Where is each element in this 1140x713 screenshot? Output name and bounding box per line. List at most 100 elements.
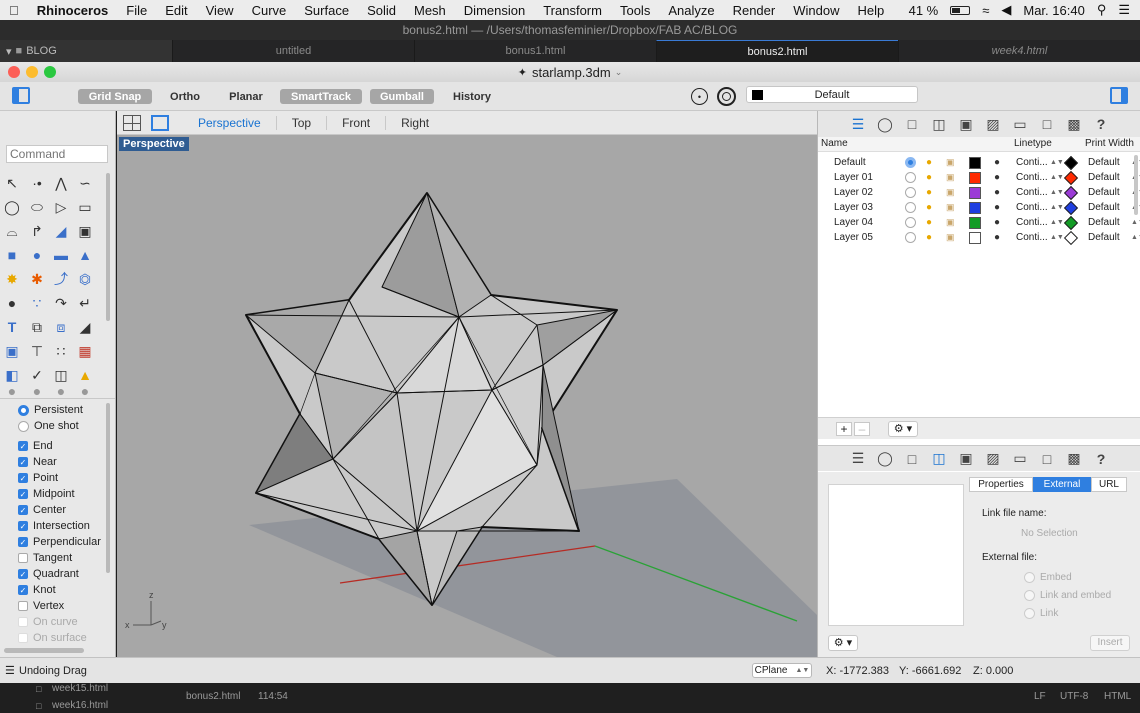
polygon-tool-icon[interactable]: ▷ [51,197,71,217]
layer-color-swatch[interactable] [969,171,981,184]
document-icon[interactable]: □ [903,116,921,132]
misc-tool-icon[interactable]: ● [27,385,47,397]
menu-analyze[interactable]: Analyze [659,3,723,18]
right-sidebar-toggle-icon[interactable] [1110,87,1128,104]
cylinder-tool-icon[interactable]: ▬ [51,245,71,265]
layer-color-swatch[interactable] [969,216,981,229]
page-icon[interactable]: ▭ [1011,116,1029,133]
current-layer-radio-icon[interactable] [905,172,916,183]
monitor-icon[interactable]: ▩ [1065,116,1083,133]
osnap-scrollbar[interactable] [106,403,110,573]
command-input[interactable] [6,145,108,163]
layer-row[interactable]: Default ● ▣ ● Conti... ▲▼ Default ▲▼ [818,155,1140,170]
menu-solid[interactable]: Solid [358,3,405,18]
layer-print-width[interactable]: Default [1088,157,1120,168]
render-tool-icon[interactable]: ▲ [75,365,95,385]
print-color-swatch[interactable] [1063,185,1079,200]
material-sphere-icon[interactable]: ● [994,172,1000,183]
box-tool-icon[interactable]: ■ [2,245,22,265]
tab-perspective[interactable]: Perspective [183,116,276,130]
material-sphere-icon[interactable]: ● [994,157,1000,168]
layer-name[interactable]: Layer 01 [834,172,873,183]
add-layer-button[interactable]: + [836,422,852,436]
perspective-viewport[interactable]: Perspective x y z [117,135,817,657]
print-color-swatch[interactable] [1063,155,1079,170]
dimension-tool-icon[interactable]: ⊤ [27,341,47,361]
four-view-layout-icon[interactable] [123,114,141,131]
print-color-swatch[interactable] [1063,230,1079,245]
mirror-tool-icon[interactable]: ◢ [75,317,95,337]
document-icon[interactable]: □ [903,451,921,467]
layer-print-width[interactable]: Default [1088,202,1120,213]
sidebar-file[interactable]: week15.html [52,683,108,694]
layer-linetype[interactable]: Conti... [1016,157,1048,168]
array-tool-icon[interactable]: ∷ [51,341,71,361]
camera-icon[interactable]: ▣ [957,116,975,133]
smarttrack-toggle[interactable]: SmartTrack [280,89,362,104]
unlock-icon[interactable]: ▣ [946,157,955,168]
editor-tab[interactable]: untitled [172,40,414,62]
wifi-icon[interactable]: ≈ [982,3,989,18]
spotlight-search-icon[interactable]: ⚲ [1097,2,1107,18]
menu-mesh[interactable]: Mesh [405,3,455,18]
menu-file[interactable]: File [117,3,156,18]
cplane-dropdown[interactable]: CPlane ▲▼ [752,663,812,678]
layers-icon[interactable]: ☰ [849,116,867,133]
remove-layer-button[interactable]: – [854,422,870,436]
volume-icon[interactable]: ◀ [1001,2,1011,18]
osnap-knot[interactable]: ✓ Knot [18,582,56,598]
display-icon[interactable]: ◯ [876,116,894,133]
layer-name[interactable]: Layer 02 [834,187,873,198]
layer-row[interactable]: Layer 01 ● ▣ ● Conti... ▲▼ Default ▲▼ [818,170,1140,185]
layer-name[interactable]: Default [834,157,866,168]
menu-edit[interactable]: Edit [156,3,196,18]
updown-icon[interactable]: ▲▼ [1050,234,1064,241]
layer-linetype[interactable]: Conti... [1016,232,1048,243]
text-tool-icon[interactable]: T [2,317,22,337]
object-list[interactable] [828,484,964,626]
target-icon[interactable]: • [691,88,708,105]
menu-render[interactable]: Render [724,3,785,18]
unlock-icon[interactable]: ▣ [946,187,955,198]
page-icon[interactable]: ▭ [1011,450,1029,467]
updown-icon[interactable]: ▲▼ [1050,174,1064,181]
move-tool-icon[interactable]: ⧉ [27,317,47,337]
osnap-persistent[interactable]: Persistent [18,402,83,418]
updown-icon[interactable]: ▲▼ [1050,219,1064,226]
osnap-on-surface[interactable]: On surface [18,630,87,646]
material-sphere-icon[interactable]: ● [994,187,1000,198]
layer-linetype[interactable]: Conti... [1016,217,1048,228]
unlock-icon[interactable]: ▣ [946,217,955,228]
surface-tool-icon[interactable]: ◢ [51,221,71,241]
arc-tool-icon[interactable]: ⌓ [2,221,22,241]
layer-linetype[interactable]: Conti... [1016,202,1048,213]
current-file-name[interactable]: bonus2.html [186,691,240,702]
osnap-intersection[interactable]: ✓ Intersection [18,518,90,534]
window-icon[interactable]: □ [1038,451,1056,467]
osnap-one-shot[interactable]: One shot [18,418,79,434]
check-tool-icon[interactable]: ✓ [27,365,47,385]
fillet-tool-icon[interactable]: ↱ [27,221,47,241]
unlock-icon[interactable]: ▣ [946,172,955,183]
current-layer-dropdown[interactable]: Default [746,86,918,103]
menu-view[interactable]: View [197,3,243,18]
select-arrow-icon[interactable]: ↖ [2,173,22,193]
option-link[interactable]: Link [1024,608,1058,619]
current-layer-radio-icon[interactable] [905,217,916,228]
split-tool-icon[interactable]: ⤴ [51,269,71,289]
solid-edit-tool-icon[interactable]: ◧ [2,365,22,385]
updown-icon[interactable]: ▲▼ [1050,189,1064,196]
close-window-button[interactable] [8,66,20,78]
layer-print-width[interactable]: Default [1088,217,1120,228]
sphere-tool-icon[interactable]: ● [27,245,47,265]
editor-sidebar-folder[interactable]: ▾ ■ BLOG [0,40,172,62]
circle-tool-icon[interactable]: ◯ [2,197,22,217]
header-print-width[interactable]: Print Width [1085,138,1134,149]
osnap-near[interactable]: ✓ Near [18,454,57,470]
misc-tool-icon[interactable]: ● [2,385,22,397]
polyline-tool-icon[interactable]: ⋀ [51,173,71,193]
menu-dimension[interactable]: Dimension [455,3,534,18]
app-menu[interactable]: Rhinoceros [28,3,118,18]
option-link-and-embed[interactable]: Link and embed [1024,590,1111,601]
layer-color-swatch[interactable] [969,231,981,244]
